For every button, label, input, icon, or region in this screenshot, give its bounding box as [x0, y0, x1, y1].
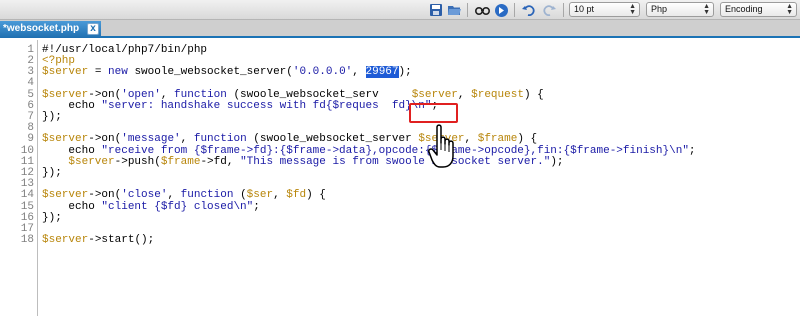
code-line[interactable]: echo "client {$fd} closed\n"; — [42, 201, 260, 213]
encoding-select[interactable]: Encoding ▲ ▼ — [720, 2, 797, 17]
close-icon[interactable]: x — [87, 23, 99, 35]
line-number: 18 — [20, 234, 34, 246]
code-token: new — [108, 66, 128, 78]
code-line[interactable]: }); — [42, 213, 62, 224]
code-token: -> — [88, 234, 102, 246]
code-token: , — [464, 133, 478, 145]
code-token: $server — [42, 234, 89, 246]
code-token: $fd — [286, 189, 307, 201]
line-number: 4 — [27, 77, 34, 89]
code-token: $ser — [246, 189, 274, 201]
tab-bar: *websocket.php x — [0, 20, 800, 38]
code-token: }); — [42, 212, 62, 224]
code-line[interactable]: echo "server: handshake success with fd{… — [42, 101, 438, 112]
code-token: "This message is from swoole websocket s… — [240, 156, 551, 168]
code-token: ->fd, — [200, 156, 241, 168]
code-token: (); — [134, 234, 155, 246]
select-arrows-icon: ▲ ▼ — [703, 3, 710, 16]
code-token: $frame — [477, 133, 518, 145]
code-token: ; — [253, 201, 260, 213]
font-size-select[interactable]: 10 pt ▲ ▼ — [569, 2, 640, 17]
code-token: 'message' — [121, 133, 181, 145]
code-line[interactable]: $server = new swoole_websocket_server('0… — [42, 66, 412, 78]
encoding-value: Encoding — [725, 4, 763, 14]
code-token: swoole_websocket_server( — [127, 66, 293, 78]
code-token: on( — [101, 133, 122, 145]
code-token: }); — [42, 167, 62, 179]
code-token: on( — [101, 189, 122, 201]
code-token: -> — [88, 189, 102, 201]
code-token: $request — [471, 89, 524, 101]
code-token: $frame — [160, 156, 201, 168]
code-token: '0.0.0.0' — [292, 66, 353, 78]
font-size-value: 10 pt — [574, 4, 595, 14]
code-token: , — [273, 189, 287, 201]
code-token: , — [180, 133, 194, 145]
code-token: $server — [42, 189, 89, 201]
code-token: -> — [88, 133, 102, 145]
code-token: function — [180, 189, 234, 201]
toolbar: 10 pt ▲ ▼ Php ▲ ▼ Encoding ▲ ▼ — [0, 0, 800, 20]
line-number: 9 — [27, 133, 34, 145]
tab-websocket-php[interactable]: *websocket.php x — [0, 21, 101, 38]
save-icon[interactable] — [428, 2, 444, 18]
code-token: start — [101, 234, 135, 246]
goto-icon[interactable] — [493, 2, 509, 18]
code-token: , — [352, 66, 366, 78]
code-token: "client {$fd} closed\n" — [101, 201, 254, 213]
code-token: ( — [233, 189, 247, 201]
open-folder-icon[interactable] — [446, 2, 462, 18]
code-token: , — [457, 89, 472, 101]
code-token: ->push( — [114, 156, 161, 168]
tab-title: *websocket.php — [3, 23, 80, 34]
code-token: $server — [42, 66, 89, 78]
code-line[interactable]: $server->start(); — [42, 235, 154, 246]
code-token: "server: handshake success with fd{$requ… — [101, 100, 379, 112]
code-line[interactable]: $server->on('close', function ($ser, $fd… — [42, 190, 326, 201]
code-token: $server — [42, 133, 89, 145]
redo-icon[interactable] — [541, 2, 557, 18]
code-token: ) { — [523, 89, 544, 101]
code-token: ) { — [517, 133, 538, 145]
code-line[interactable]: $server->push($frame->fd, "This message … — [42, 156, 564, 168]
code-token: (swoole_websocket_server — [246, 133, 419, 145]
code-token: 'close' — [121, 189, 168, 201]
code-token: ); — [550, 156, 564, 168]
line-number: 14 — [20, 189, 34, 201]
language-select[interactable]: Php ▲ ▼ — [646, 2, 714, 17]
code-token: $server — [68, 156, 115, 168]
code-token: = — [88, 66, 109, 78]
code-line[interactable]: }); — [42, 168, 62, 179]
code-token: , — [167, 189, 181, 201]
port-highlight-box — [409, 103, 458, 123]
hand-pointer-icon — [428, 123, 458, 169]
code-editor[interactable]: 1 #!/usr/local/php7/bin/php 2 <?php 3 $server… — [0, 40, 800, 316]
find-icon[interactable] — [474, 2, 490, 18]
code-line[interactable]: }); — [42, 112, 62, 123]
code-line[interactable]: $server->on('message', function (swoole_… — [42, 134, 537, 145]
code-token: function — [193, 133, 247, 145]
code-token: ); — [398, 66, 412, 78]
language-value: Php — [651, 4, 668, 14]
select-arrows-icon: ▲ ▼ — [786, 3, 793, 16]
code-token: ; — [688, 145, 696, 157]
undo-icon[interactable] — [521, 2, 537, 18]
code-token: ) { — [306, 189, 326, 201]
selected-port-token: 29967 — [365, 66, 399, 78]
code-token: }); — [42, 111, 62, 123]
select-arrows-icon: ▲ ▼ — [629, 3, 636, 16]
